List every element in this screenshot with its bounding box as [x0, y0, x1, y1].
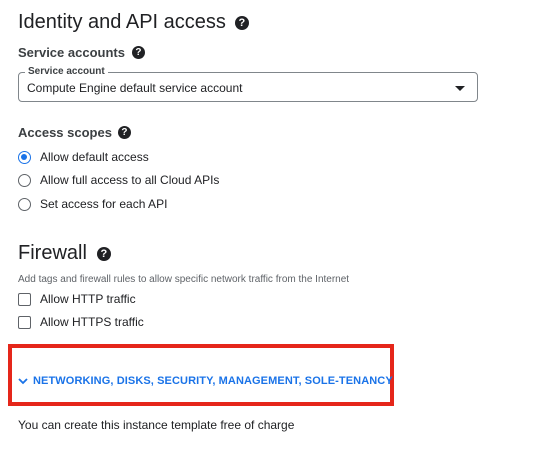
radio-button-selected[interactable] [18, 150, 31, 164]
service-account-select-value: Compute Engine default service account [27, 81, 243, 95]
firewall-section-title: Firewall ? [18, 242, 111, 265]
firewall-description: Add tags and firewall rules to allow spe… [18, 274, 350, 285]
radio-label: Allow default access [40, 150, 149, 164]
service-accounts-heading: Service accounts ? [18, 45, 145, 60]
identity-help-icon[interactable]: ? [234, 15, 249, 30]
service-account-select-label: Service account [25, 65, 108, 79]
checkbox-label: Allow HTTP traffic [40, 292, 136, 306]
pricing-note: You can create this instance template fr… [18, 418, 295, 432]
advanced-options-expander[interactable]: NETWORKING, DISKS, SECURITY, MANAGEMENT,… [18, 375, 393, 387]
access-scopes-label: Access scopes [18, 125, 112, 140]
checkbox-allow-https[interactable]: Allow HTTPS traffic [18, 315, 144, 329]
identity-title-text: Identity and API access [18, 11, 226, 33]
radio-button[interactable] [18, 197, 31, 211]
access-scopes-heading: Access scopes ? [18, 125, 131, 140]
checkbox-label: Allow HTTPS traffic [40, 315, 144, 329]
checkbox[interactable] [18, 292, 31, 306]
service-account-select[interactable]: Service account Compute Engine default s… [18, 65, 478, 102]
radio-label: Allow full access to all Cloud APIs [40, 173, 220, 187]
firewall-title-text: Firewall [18, 242, 87, 264]
checkbox[interactable] [18, 315, 31, 329]
firewall-help-icon[interactable]: ? [96, 246, 111, 261]
service-accounts-help-icon[interactable]: ? [131, 46, 145, 59]
chevron-down-icon [18, 378, 28, 385]
identity-section-title: Identity and API access ? [18, 11, 249, 34]
checkbox-allow-http[interactable]: Allow HTTP traffic [18, 292, 136, 306]
access-scopes-help-icon[interactable]: ? [117, 126, 131, 139]
radio-set-access-each-api[interactable]: Set access for each API [18, 197, 167, 211]
advanced-options-expander-label: NETWORKING, DISKS, SECURITY, MANAGEMENT,… [33, 375, 393, 387]
radio-label: Set access for each API [40, 197, 168, 211]
radio-allow-full-access[interactable]: Allow full access to all Cloud APIs [18, 173, 219, 187]
radio-button[interactable] [18, 173, 31, 187]
dropdown-arrow-icon [455, 86, 465, 91]
radio-allow-default-access[interactable]: Allow default access [18, 150, 149, 164]
service-accounts-label: Service accounts [18, 45, 125, 60]
